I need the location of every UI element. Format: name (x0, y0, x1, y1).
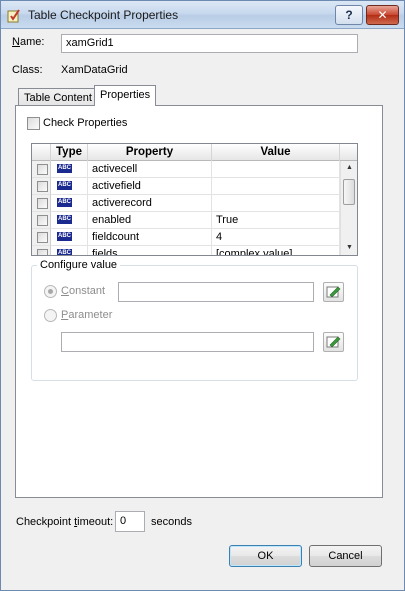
help-button[interactable]: ? (335, 5, 363, 25)
abc-type-icon: ABC (57, 249, 72, 256)
properties-grid[interactable]: Type Property Value ABC activecell ABC a… (31, 143, 358, 256)
configure-value-title: Configure value (37, 259, 121, 271)
type-cell: ABC (51, 246, 88, 256)
type-cell: ABC (51, 178, 88, 195)
abc-type-icon: ABC (57, 164, 72, 173)
grid-header: Type Property Value (32, 144, 357, 161)
class-label: Class: (12, 64, 43, 76)
header-value[interactable]: Value (212, 144, 340, 161)
abc-type-icon: ABC (57, 215, 72, 224)
cancel-button[interactable]: Cancel (309, 545, 382, 567)
grid-scrollbar[interactable]: ▲ ▼ (340, 161, 357, 255)
value-cell[interactable]: [complex value] (212, 246, 340, 255)
table-row[interactable]: ABC activerecord (32, 195, 342, 212)
check-properties-label: Check Properties (43, 117, 128, 129)
scroll-down-icon[interactable]: ▼ (341, 241, 357, 255)
edit-value-icon (326, 336, 341, 348)
table-row[interactable]: ABC activecell (32, 161, 342, 178)
constant-radio[interactable] (44, 285, 57, 298)
row-checkbox[interactable] (37, 164, 48, 175)
value-cell[interactable]: 4 (212, 229, 340, 246)
type-cell: ABC (51, 212, 88, 229)
row-checkbox[interactable] (37, 232, 48, 243)
name-field[interactable]: xamGrid1 (61, 34, 358, 53)
dialog-window: Table Checkpoint Properties ? ✕ Name: xa… (0, 0, 405, 591)
edit-value-icon (326, 286, 341, 298)
name-label: Name: (12, 36, 45, 48)
class-value: XamDataGrid (61, 64, 128, 76)
timeout-field[interactable]: 0 (115, 511, 145, 532)
value-cell[interactable]: True (212, 212, 340, 229)
tab-properties[interactable]: Properties (94, 85, 157, 106)
ok-button[interactable]: OK (229, 545, 302, 567)
abc-type-icon: ABC (57, 198, 72, 207)
property-cell: activerecord (88, 195, 212, 212)
property-cell: fields (88, 246, 212, 255)
row-checkbox[interactable] (37, 215, 48, 226)
header-property[interactable]: Property (88, 144, 212, 161)
value-cell[interactable] (212, 178, 340, 195)
value-cell[interactable] (212, 195, 340, 212)
table-row[interactable]: ABC fieldcount 4 (32, 229, 342, 246)
abc-type-icon: ABC (57, 232, 72, 241)
title-bar[interactable]: Table Checkpoint Properties ? ✕ (1, 1, 404, 29)
property-cell: fieldcount (88, 229, 212, 246)
parameter-input[interactable] (61, 332, 314, 352)
type-cell: ABC (51, 161, 88, 178)
header-select (32, 144, 51, 161)
type-cell: ABC (51, 195, 88, 212)
scroll-thumb[interactable] (343, 179, 355, 205)
property-cell: activefield (88, 178, 212, 195)
scroll-up-icon[interactable]: ▲ (341, 161, 357, 175)
row-checkbox[interactable] (37, 181, 48, 192)
constant-label: Constant (61, 285, 106, 297)
constant-input[interactable] (118, 282, 314, 302)
timeout-unit: seconds (151, 516, 192, 528)
window-title: Table Checkpoint Properties (28, 8, 179, 22)
table-row[interactable]: ABC fields [complex value] (32, 246, 342, 256)
parameter-label: Parameter (61, 309, 113, 321)
table-row[interactable]: ABC activefield (32, 178, 342, 195)
parameter-radio[interactable] (44, 309, 57, 322)
property-cell: enabled (88, 212, 212, 229)
table-row[interactable]: ABC enabled True (32, 212, 342, 229)
timeout-label: Checkpoint timeout: (16, 516, 114, 528)
constant-edit-button[interactable] (323, 282, 344, 302)
row-checkbox[interactable] (37, 249, 48, 255)
checkpoint-app-icon (7, 9, 20, 23)
type-cell: ABC (51, 229, 88, 246)
check-properties-checkbox[interactable] (27, 117, 40, 130)
parameter-edit-button[interactable] (323, 332, 344, 352)
value-cell[interactable] (212, 161, 340, 178)
close-button[interactable]: ✕ (366, 5, 399, 25)
header-type[interactable]: Type (51, 144, 88, 161)
abc-type-icon: ABC (57, 181, 72, 190)
row-checkbox[interactable] (37, 198, 48, 209)
property-cell: activecell (88, 161, 212, 178)
